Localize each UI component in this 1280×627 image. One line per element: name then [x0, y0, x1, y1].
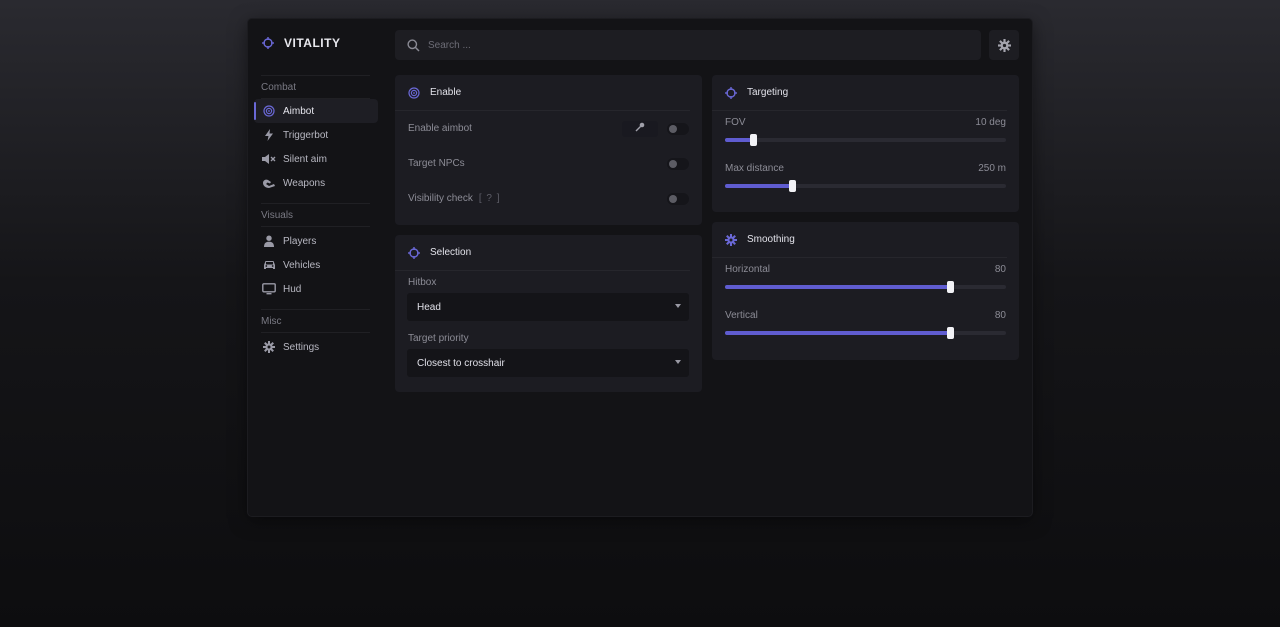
target-priority-label: Target priority: [408, 332, 469, 344]
target-npcs-toggle[interactable]: [667, 157, 689, 170]
horizontal-slider-block: Horizontal 80: [712, 258, 1019, 304]
slider-thumb[interactable]: [789, 180, 797, 192]
slider-label: Vertical: [725, 310, 758, 321]
hands-icon: [262, 176, 276, 190]
card-title: Enable: [430, 87, 462, 98]
keybind-button[interactable]: [622, 120, 658, 137]
card-header: Targeting: [712, 75, 1007, 111]
sidebar-item-label: Players: [283, 235, 317, 247]
crosshair-icon: [261, 36, 275, 50]
slider-value: 10 deg: [975, 117, 1006, 128]
sidebar-item-hud[interactable]: Hud: [254, 277, 378, 301]
card-title: Selection: [430, 247, 472, 258]
slider-value: 80: [994, 264, 1006, 275]
slider-thumb[interactable]: [946, 281, 954, 293]
monitor-icon: [262, 282, 276, 296]
key-icon: [635, 122, 645, 135]
card-header: Enable: [395, 75, 690, 111]
sidebar-item-label: Hud: [283, 283, 302, 295]
group-label-combat: Combat: [261, 82, 297, 93]
group-divider: [261, 226, 370, 227]
select-value: Closest to crosshair: [417, 357, 505, 369]
card-title: Targeting: [747, 87, 789, 98]
target-npcs-row: Target NPCs: [395, 146, 702, 181]
row-label: Visibility check: [408, 193, 473, 204]
row-label: Target NPCs: [408, 158, 465, 169]
slider-fill: [725, 285, 950, 289]
person-icon: [262, 234, 276, 248]
enable-card: Enable Enable aimbot Target NPCs Visibil…: [395, 75, 702, 225]
sidebar-item-settings[interactable]: Settings: [254, 335, 378, 359]
slider-label: FOV: [725, 117, 746, 128]
enable-aimbot-toggle[interactable]: [667, 122, 689, 135]
max-distance-slider-block: Max distance 250 m: [712, 157, 1019, 203]
slider-fill: [725, 184, 793, 188]
row-label: Enable aimbot: [408, 123, 472, 134]
search-icon: [406, 38, 420, 52]
enable-aimbot-row: Enable aimbot: [395, 111, 702, 146]
target-icon: [262, 104, 276, 118]
slider-label: Horizontal: [725, 264, 771, 275]
slider-value: 80: [994, 310, 1006, 321]
sidebar-item-vehicles[interactable]: Vehicles: [254, 253, 378, 277]
target-priority-select[interactable]: Closest to crosshair: [407, 349, 689, 377]
target-icon: [407, 86, 421, 100]
card-title: Smoothing: [747, 234, 795, 245]
crosshair-icon: [407, 246, 421, 260]
caret-down-icon: [675, 360, 681, 364]
gear-icon: [997, 38, 1011, 52]
sidebar-item-label: Triggerbot: [283, 129, 329, 141]
hitbox-label: Hitbox: [408, 276, 437, 288]
slider-label: Max distance: [725, 163, 784, 174]
hitbox-select[interactable]: Head: [407, 293, 689, 321]
select-value: Head: [417, 301, 441, 313]
slider-value: 250 m: [978, 163, 1006, 174]
settings-button[interactable]: [989, 30, 1019, 60]
visibility-check-row: Visibility check [ ? ]: [395, 181, 702, 216]
visibility-check-toggle[interactable]: [667, 192, 689, 205]
sidebar-item-label: Vehicles: [283, 259, 321, 271]
vertical-slider-block: Vertical 80: [712, 304, 1019, 350]
crosshair-icon: [724, 86, 738, 100]
help-hint[interactable]: [ ? ]: [479, 193, 501, 204]
card-header: Selection: [395, 235, 690, 271]
car-icon: [262, 258, 276, 272]
sidebar-item-weapons[interactable]: Weapons: [254, 171, 378, 195]
slider-thumb[interactable]: [750, 134, 758, 146]
group-divider: [261, 332, 370, 333]
mute-icon: [262, 152, 276, 166]
search-bar: [395, 30, 981, 60]
sidebar-item-label: Settings: [283, 341, 320, 353]
smoothing-card: Smoothing Horizontal 80 Vertical 80: [712, 222, 1019, 360]
card-header: Smoothing: [712, 222, 1007, 258]
brand-title: VITALITY: [284, 36, 341, 50]
targeting-card: Targeting FOV 10 deg Max distance 250 m: [712, 75, 1019, 212]
horizontal-slider[interactable]: [725, 281, 1006, 293]
brand: VITALITY: [261, 35, 340, 51]
app-window: VITALITY Combat Aimbot Triggerbot Silent…: [248, 19, 1032, 516]
sidebar-item-players[interactable]: Players: [254, 229, 378, 253]
max-distance-slider[interactable]: [725, 180, 1006, 192]
bolt-icon: [262, 128, 276, 142]
gear-icon: [724, 233, 738, 247]
caret-down-icon: [675, 304, 681, 308]
sidebar-item-aimbot[interactable]: Aimbot: [254, 99, 378, 123]
fov-slider-block: FOV 10 deg: [712, 111, 1019, 157]
slider-fill: [725, 138, 754, 142]
sidebar-item-label: Silent aim: [283, 153, 327, 165]
fov-slider[interactable]: [725, 134, 1006, 146]
gear-icon: [262, 340, 276, 354]
slider-thumb[interactable]: [946, 327, 954, 339]
vertical-slider[interactable]: [725, 327, 1006, 339]
group-label-visuals: Visuals: [261, 210, 294, 221]
sidebar-item-label: Weapons: [283, 177, 326, 189]
selection-card: Selection Hitbox Head Target priority Cl…: [395, 235, 702, 392]
group-label-misc: Misc: [261, 316, 282, 327]
sidebar-item-label: Aimbot: [283, 105, 315, 117]
sidebar: Combat Aimbot Triggerbot Silent aim Weap…: [254, 75, 378, 359]
slider-fill: [725, 331, 950, 335]
sidebar-item-silent-aim[interactable]: Silent aim: [254, 147, 378, 171]
sidebar-item-triggerbot[interactable]: Triggerbot: [254, 123, 378, 147]
search-input[interactable]: [428, 39, 948, 51]
